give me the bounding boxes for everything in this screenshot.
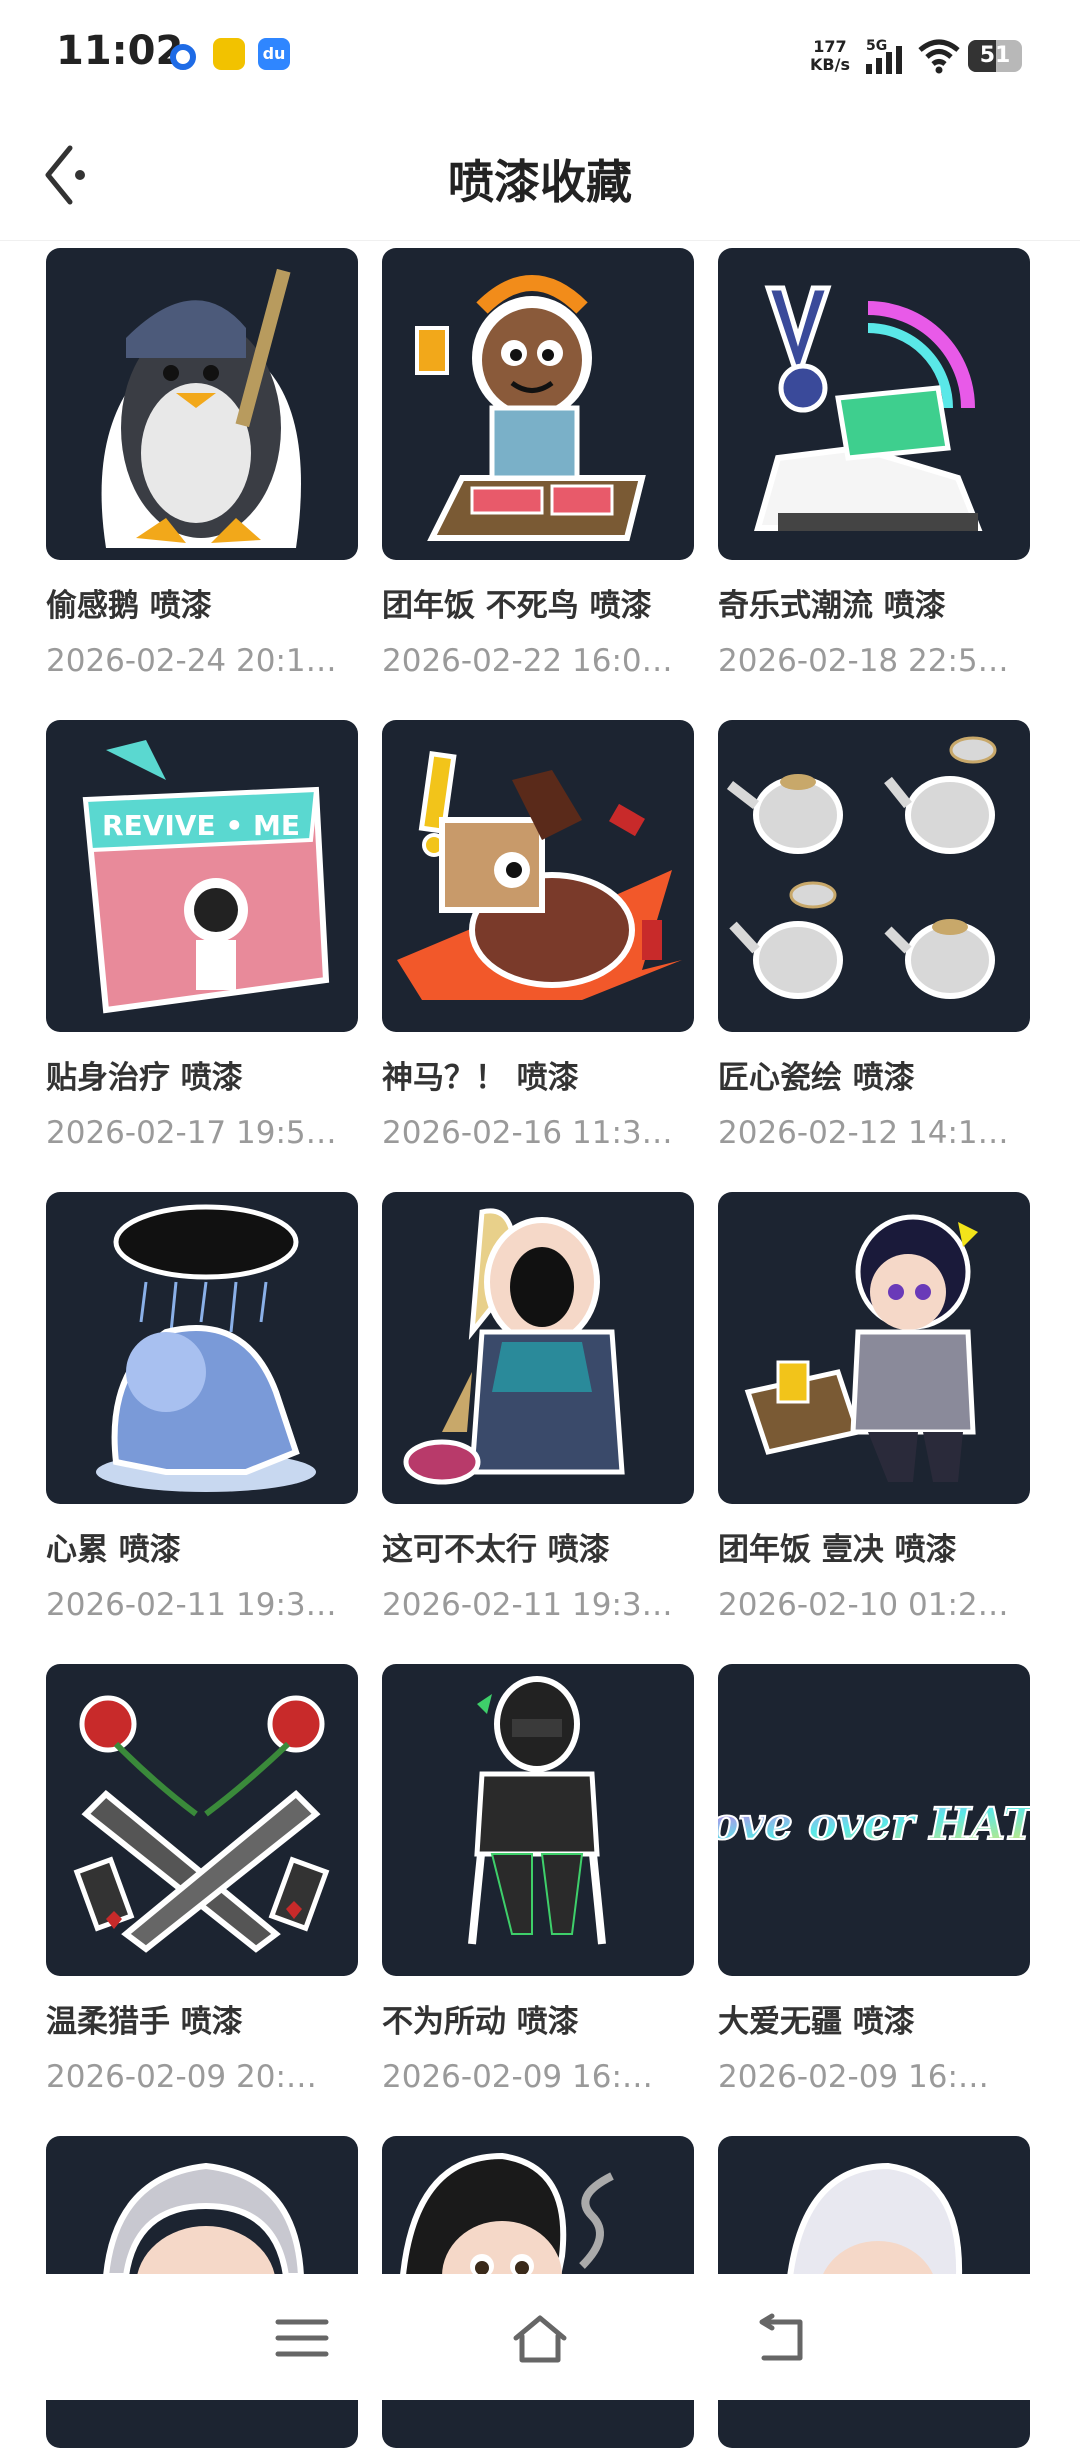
spray-card[interactable]: 温柔猎手 喷漆 2026-02-09 20:… [46,1664,358,2095]
spray-name: 这可不太行 喷漆 [382,1532,610,1568]
spray-card[interactable]: 神马？！ 喷漆 2026-02-16 11:3… [382,720,694,1151]
love-over-hate-spray-image: Love over HATE [718,1798,1030,1851]
menu-icon[interactable] [272,2310,332,2366]
spray-thumbnail[interactable] [46,1192,358,1504]
spray-date: 2026-02-11 19:3… [382,1587,673,1623]
sneaker-spray-image [754,285,983,531]
revive-me-spray-image: REVIVE • ME [82,740,330,1014]
spray-thumbnail[interactable] [382,1664,694,1976]
home-icon[interactable] [510,2310,570,2366]
signal-icon: 5G [866,38,902,74]
love-over-hate-text: Love over HATE [718,1799,1030,1850]
spray-card[interactable]: 团年饭 壹决 喷漆 2026-02-10 01:2… [718,1192,1030,1623]
header: 喷漆收藏 [0,110,1080,241]
penguin-spray-image [101,268,301,548]
spray-date: 2026-02-09 16:… [718,2059,989,2095]
spray-name: 匠心瓷绘 喷漆 [718,1060,915,1096]
spray-thumbnail[interactable] [382,248,694,560]
spray-date: 2026-02-09 16:… [382,2059,653,2095]
network-type: 5G [866,38,887,54]
battery-level: 51 [979,43,1011,68]
qq-browser-icon [170,44,196,70]
spray-card[interactable]: REVIVE • ME 贴身治疗 喷漆 2026-02-17 19:5… [46,720,358,1151]
spray-card[interactable]: 心累 喷漆 2026-02-11 19:3… [46,1192,358,1623]
spray-date: 2026-02-24 20:1… [46,643,337,679]
spray-name: 心累 喷漆 [46,1532,181,1568]
spray-name: 偷感鹅 喷漆 [46,588,212,624]
spray-card[interactable]: 不为所动 喷漆 2026-02-09 16:… [382,1664,694,2095]
spray-thumbnail[interactable] [382,1192,694,1504]
revive-me-text: REVIVE • ME [102,809,300,842]
spray-date: 2026-02-17 19:5… [46,1115,337,1151]
spray-date: 2026-02-16 11:3… [382,1115,673,1151]
spray-thumbnail[interactable] [718,720,1030,1032]
spray-card[interactable]: 匠心瓷绘 喷漆 2026-02-12 14:1… [718,720,1030,1151]
spray-thumbnail[interactable]: Love over HATE [718,1664,1030,1976]
spray-thumbnail[interactable] [382,720,694,1032]
system-nav-bar [0,2274,1080,2400]
net-speed-unit: KB/s [810,55,850,74]
duel-spray-image [744,1214,978,1482]
spray-name: 团年饭 壹决 喷漆 [718,1532,957,1568]
net-speed: 177 KB/s [810,38,850,74]
spray-thumbnail[interactable] [46,1664,358,1976]
spray-thumbnail[interactable] [718,1192,1030,1504]
spray-date: 2026-02-18 22:5… [718,643,1009,679]
status-bar: 11:02 du 177 KB/s 5G 51 [0,0,1080,110]
spray-name: 贴身治疗 喷漆 [46,1060,243,1096]
spray-date: 2026-02-22 16:0… [382,643,673,679]
horse-spray-image [397,750,682,1000]
spray-name: 团年饭 不死鸟 喷漆 [382,588,652,624]
spray-name: 神马？！ 喷漆 [382,1060,579,1096]
tired-spray-image [96,1204,316,1492]
teapot-spray-image [726,736,997,999]
spray-name: 大爱无疆 喷漆 [718,2004,915,2040]
spray-thumbnail[interactable] [718,248,1030,560]
spray-date: 2026-02-12 14:1… [718,1115,1009,1151]
spray-name: 温柔猎手 喷漆 [46,2004,243,2040]
status-time: 11:02 [56,28,184,74]
app-icon-yellow [213,38,245,70]
spray-card[interactable]: 偷感鹅 喷漆 2026-02-24 20:1… [46,248,358,679]
net-speed-value: 177 [813,37,847,56]
wifi-icon [918,39,960,74]
no-good-spray-image [403,1208,625,1485]
spray-date: 2026-02-10 01:2… [718,1587,1009,1623]
dinner-spray-image [415,275,646,541]
spray-card[interactable]: 团年饭 不死鸟 喷漆 2026-02-22 16:0… [382,248,694,679]
rose-guns-spray-image [73,1695,330,1953]
spray-name: 不为所动 喷漆 [382,2004,579,2040]
return-icon[interactable] [752,2310,812,2366]
spray-name: 奇乐式潮流 喷漆 [718,588,946,624]
baidu-icon: du [258,38,290,70]
spray-card[interactable]: Love over HATE 大爱无疆 喷漆 2026-02-09 16:… [718,1664,1030,2095]
spray-thumbnail[interactable]: REVIVE • ME [46,720,358,1032]
spray-card[interactable]: 这可不太行 喷漆 2026-02-11 19:3… [382,1192,694,1623]
battery-icon: 51 [968,40,1022,72]
spray-card[interactable]: 奇乐式潮流 喷漆 2026-02-18 22:5… [718,248,1030,679]
unmoved-spray-image [468,1676,606,1945]
spray-date: 2026-02-09 20:… [46,2059,317,2095]
page-title: 喷漆收藏 [448,155,632,209]
spray-date: 2026-02-11 19:3… [46,1587,337,1623]
spray-thumbnail[interactable] [46,248,358,560]
